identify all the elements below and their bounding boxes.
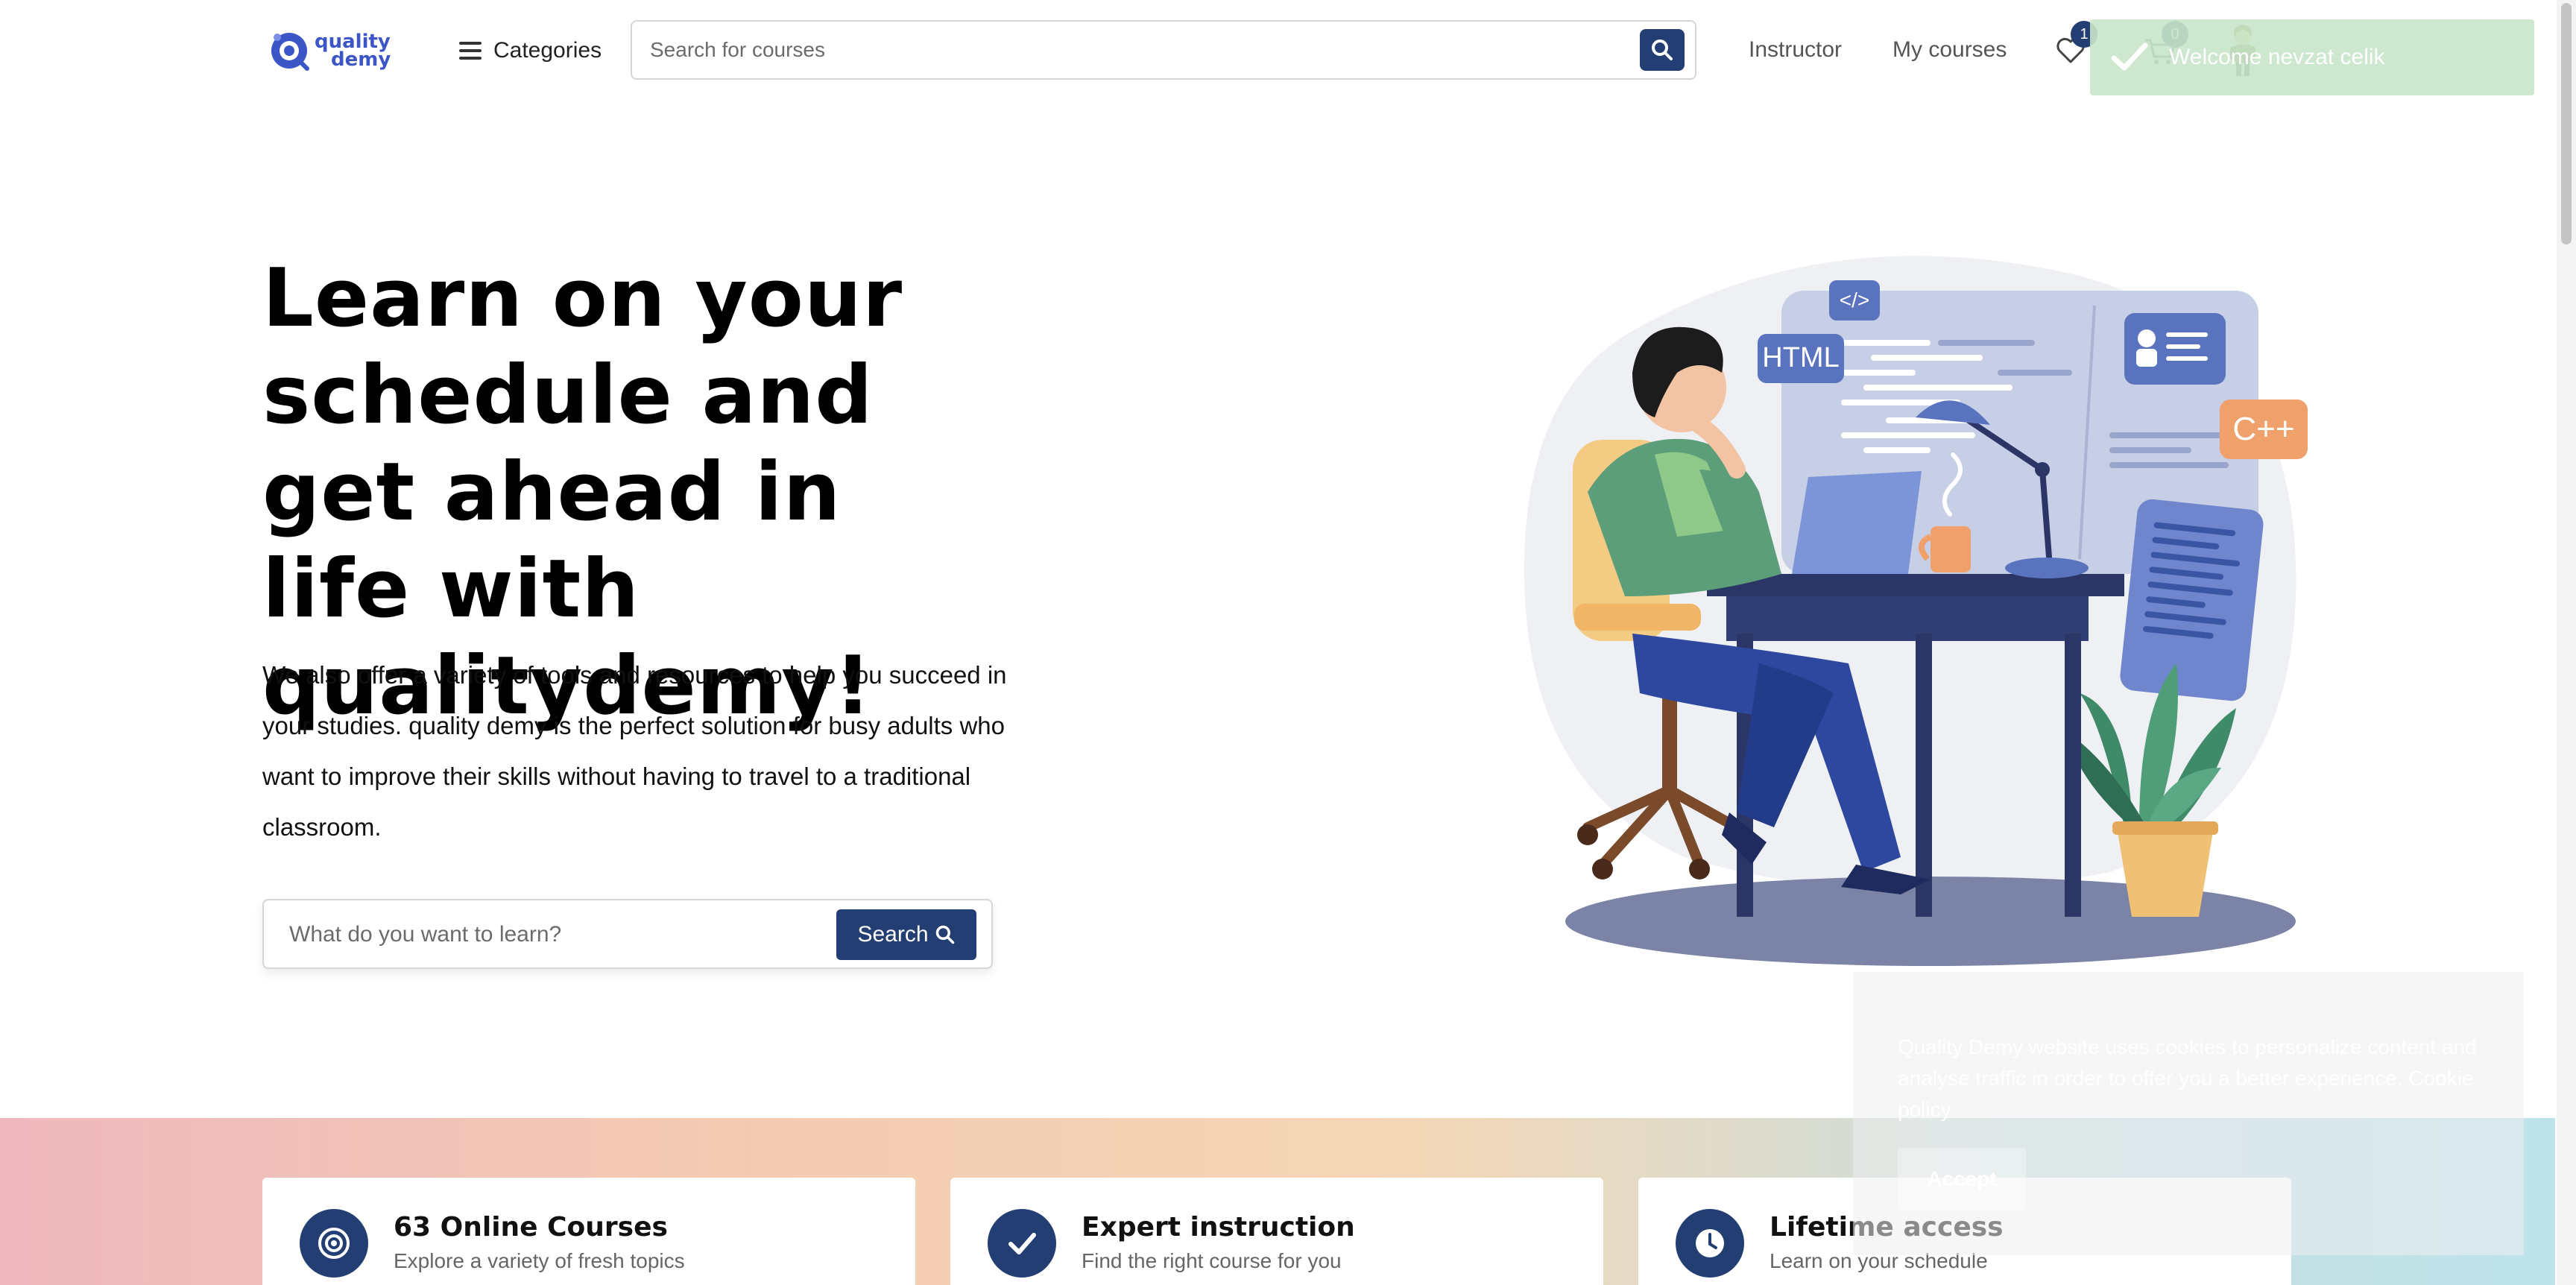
hero-search-input[interactable] [289,918,811,951]
hero-search-button[interactable]: Search [836,909,976,960]
feature-title: Expert instruction [1082,1212,1355,1243]
check-icon [2111,42,2148,71]
categories-label: Categories [493,38,602,63]
cookie-banner: Quality Demy website uses cookies to per… [1853,972,2524,1255]
nav-instructor-link[interactable]: Instructor [1749,37,1842,63]
check-icon [988,1209,1056,1278]
feature-subtitle: Explore a variety of fresh topics [394,1249,685,1272]
hero-illustration: HTML </> C++ [1524,256,2308,966]
header-search-box [631,20,1696,80]
search-icon [935,925,954,944]
scrollbar-thumb[interactable] [2561,3,2572,244]
toast-message: Welcome nevzat celik [2169,45,2385,69]
header-search-button[interactable] [1640,29,1685,71]
logo-text: quality demy [315,32,391,71]
feature-subtitle: Find the right course for you [1082,1249,1342,1272]
coffee-mug [1931,526,1971,572]
clock-icon [1676,1209,1744,1278]
site-logo[interactable]: quality demy [268,30,391,72]
code-tag-label: </> [1840,288,1869,312]
logo-icon [271,33,309,71]
cookie-text: Quality Demy website uses cookies to per… [1898,1032,2494,1125]
hamburger-icon [459,42,482,60]
categories-menu[interactable]: Categories [459,33,602,69]
hero-search-box: Search [262,899,993,969]
top-navbar: quality demy Categories Instructor My co… [0,0,2557,101]
nav-my-courses-link[interactable]: My courses [1892,37,2007,63]
cpp-tag-label: C++ [2232,411,2294,447]
html-tag-label: HTML [1762,342,1839,373]
feature-card-online-courses: 63 Online Courses Explore a variety of f… [262,1178,915,1285]
laptop [1792,471,1922,574]
logo-line-2: demy [331,48,391,71]
feature-title: 63 Online Courses [394,1212,668,1243]
cookie-accept-button[interactable]: Accept [1898,1148,2026,1210]
hero-search-button-label: Search [857,922,929,947]
target-icon [300,1209,368,1278]
header-search-input[interactable] [650,35,1619,65]
hero-description: We also offer a variety of tools and res… [262,661,1007,841]
feature-card-expert-instruction: Expert instruction Find the right course… [950,1178,1603,1285]
cookie-message: Quality Demy website uses cookies to per… [1898,1035,2477,1090]
welcome-toast: Welcome nevzat celik [2090,19,2534,95]
page-scrollbar[interactable] [2557,0,2576,1285]
search-icon [1652,40,1673,60]
